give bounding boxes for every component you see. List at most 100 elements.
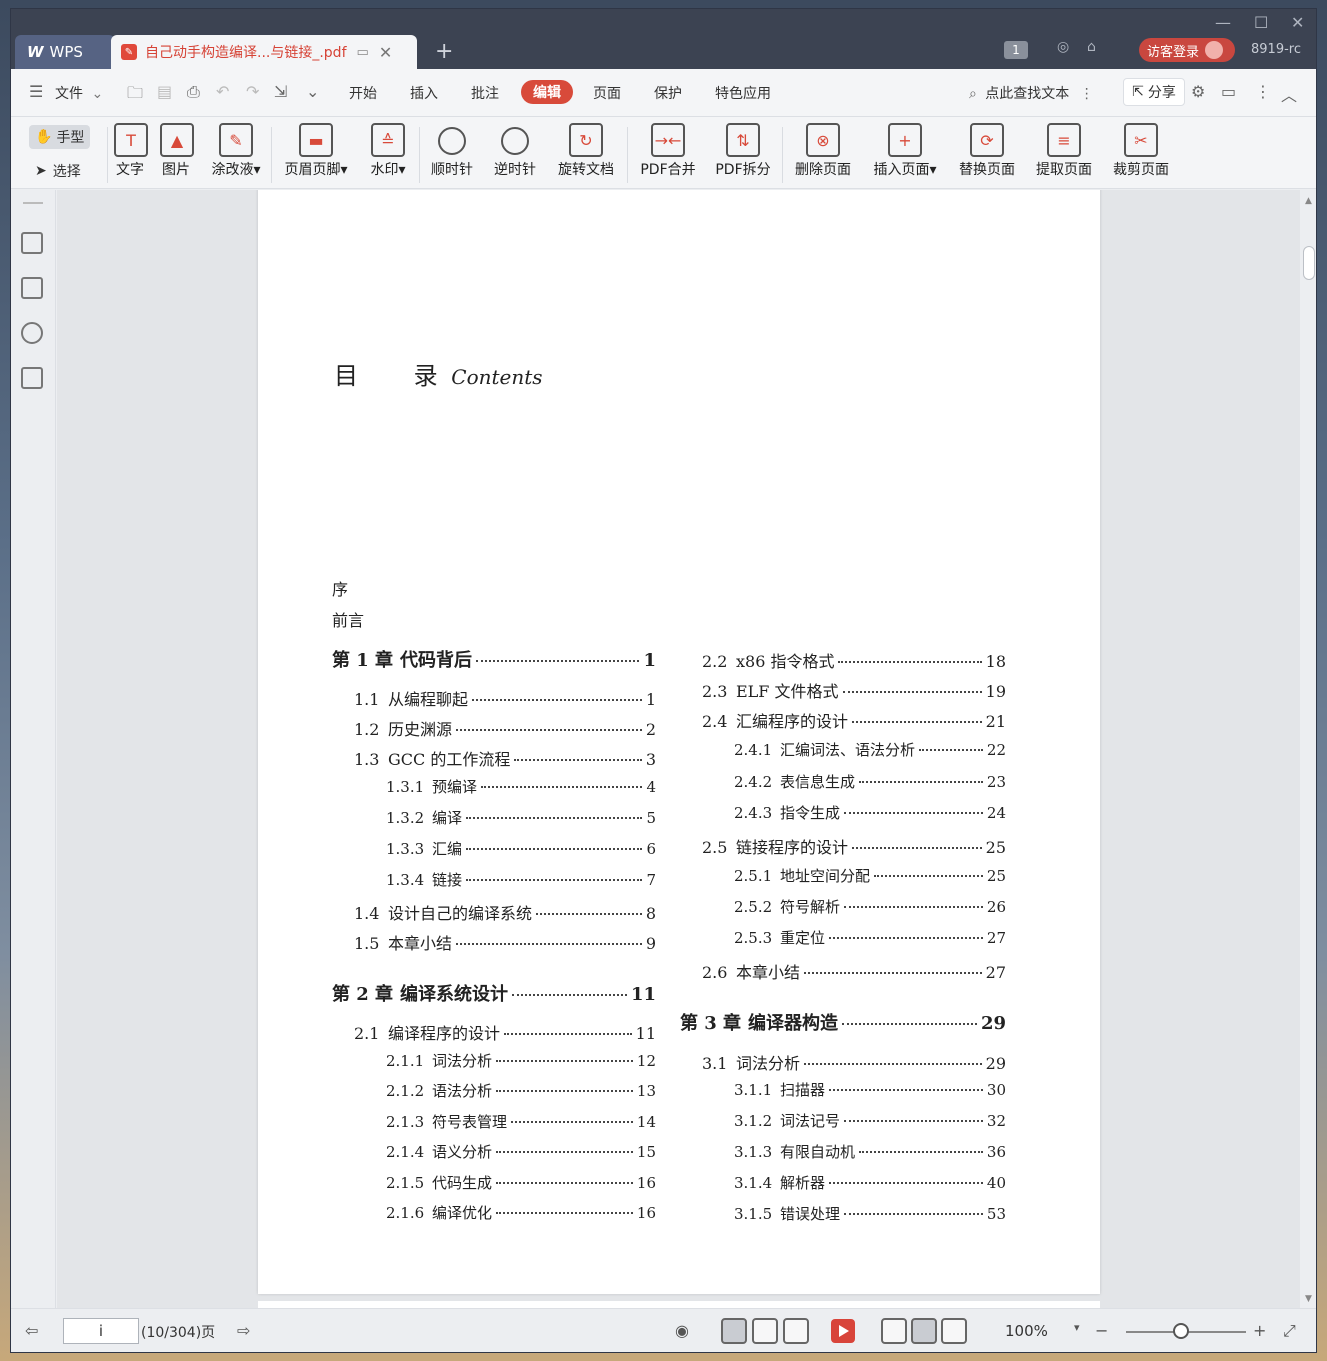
delete-page-tool[interactable]: ⊗ 删除页面: [792, 123, 854, 179]
open-folder-icon[interactable]: 🗀: [127, 82, 143, 109]
merge-icon: →←: [651, 123, 685, 157]
hamburger-icon[interactable]: ☰: [29, 82, 43, 101]
scroll-up-icon[interactable]: ▲: [1305, 196, 1312, 206]
zoom-slider-knob[interactable]: [1173, 1323, 1189, 1339]
collapse-ribbon-icon[interactable]: ︿: [1281, 82, 1297, 106]
fit-width-icon[interactable]: [941, 1318, 967, 1344]
tab-annotate[interactable]: 批注: [471, 83, 499, 103]
zoom-level[interactable]: 100%: [1005, 1322, 1048, 1340]
more-icon[interactable]: ⋮: [1255, 82, 1271, 101]
shirt-icon[interactable]: ⌂: [1087, 39, 1096, 55]
tab-start[interactable]: 开始: [349, 83, 377, 103]
save-icon[interactable]: ▤: [157, 82, 172, 101]
replace-page-tool[interactable]: ⟳ 替换页面: [956, 123, 1018, 179]
rotate-cw-icon: [438, 127, 466, 155]
export-icon[interactable]: ⇲: [274, 82, 287, 101]
zoom-out-icon[interactable]: −: [1095, 1321, 1108, 1340]
tab-protect[interactable]: 保护: [654, 83, 682, 103]
hand-tool-button[interactable]: ✋ 手型: [29, 125, 91, 149]
toc-entry-title: 预编译: [432, 778, 478, 796]
text-tool[interactable]: T 文字: [114, 123, 148, 179]
toc-leader-dots: [496, 1151, 633, 1153]
pdf-split-tool[interactable]: ⇅ PDF拆分: [713, 123, 773, 179]
new-tab-icon[interactable]: +: [435, 39, 453, 64]
toc-entry-title: 有限自动机: [780, 1143, 856, 1161]
eye-protection-icon[interactable]: ◉: [675, 1321, 689, 1340]
toc-entry-number: 2.5: [702, 838, 728, 857]
search-box[interactable]: ⌕ 点此查找文本 ⋮: [969, 83, 1094, 103]
document-viewport[interactable]: 目 录 Contents 序 前言 第 1 章代码背后 1 1.1 从编程聊起 1 1.2…: [57, 190, 1300, 1308]
screen-icon[interactable]: ▭: [357, 45, 369, 60]
rotate-cw-tool[interactable]: 顺时针: [429, 123, 475, 179]
tab-special[interactable]: 特色应用: [715, 83, 771, 103]
fit-page-icon[interactable]: [911, 1318, 937, 1344]
settings-icon[interactable]: ⚙: [1191, 82, 1205, 101]
page-number-input[interactable]: i: [63, 1318, 139, 1344]
insert-page-tool[interactable]: + 插入页面▾: [869, 123, 941, 179]
toc-leader-dots: [804, 1063, 982, 1065]
play-icon[interactable]: [831, 1319, 855, 1343]
sidebar-grip[interactable]: [23, 202, 43, 204]
undo-icon[interactable]: ↶: [216, 82, 229, 101]
tab-wps-home[interactable]: W WPS: [15, 35, 115, 69]
redo-icon[interactable]: ↷: [246, 82, 259, 101]
toc-leader-dots: [496, 1090, 633, 1092]
continuous-page-icon[interactable]: [752, 1318, 778, 1344]
rotate-ccw-tool[interactable]: 逆时针: [492, 123, 538, 179]
ribbon-divider: [419, 127, 420, 183]
select-tool-button[interactable]: ➤ 选择: [29, 159, 87, 183]
toc-entry-number: 2.3: [702, 682, 728, 701]
more-quick-icon[interactable]: ⌄: [306, 82, 319, 101]
toc-leader-dots: [804, 972, 982, 974]
close-window-icon[interactable]: ✕: [1291, 13, 1304, 32]
print-icon[interactable]: ⎙: [187, 82, 200, 102]
two-page-icon[interactable]: [783, 1318, 809, 1344]
toc-entry: 2.4 汇编程序的设计 21: [702, 708, 1006, 732]
pdf-merge-tool[interactable]: →← PDF合并: [638, 123, 698, 179]
outline-icon[interactable]: [21, 232, 43, 254]
toc-entry: 3.1.1 扫描器 30: [734, 1079, 1006, 1100]
crop-page-tool[interactable]: ✂ 裁剪页面: [1110, 123, 1172, 179]
extract-page-tool[interactable]: ≡ 提取页面: [1033, 123, 1095, 179]
toc-entry-page: 27: [986, 929, 1006, 947]
comment-icon[interactable]: ▭: [1221, 82, 1236, 101]
rotate-doc-tool[interactable]: ↻ 旋转文档: [555, 123, 617, 179]
delete-page-label: 删除页面: [795, 162, 851, 178]
toc-entry-number: 1.1: [354, 690, 380, 709]
tab-document[interactable]: ✎ 自己动手构造编译...与链接_.pdf ▭ ✕: [111, 35, 417, 69]
login-button[interactable]: 访客登录: [1139, 38, 1235, 62]
image-tool[interactable]: ▲ 图片: [160, 123, 194, 179]
thumbnail-icon[interactable]: [21, 277, 43, 299]
maximize-icon[interactable]: ☐: [1254, 13, 1268, 32]
single-page-icon[interactable]: [721, 1318, 747, 1344]
signature-icon[interactable]: [21, 367, 43, 389]
scroll-down-icon[interactable]: ▼: [1305, 1294, 1312, 1304]
file-menu[interactable]: 文件 ⌄: [55, 83, 103, 103]
window-count-badge[interactable]: 1: [1004, 41, 1028, 59]
more-vertical-icon[interactable]: ⋮: [1080, 86, 1094, 102]
tab-insert[interactable]: 插入: [410, 83, 438, 103]
annotation-icon[interactable]: [21, 322, 43, 344]
prev-page-icon[interactable]: ⇦: [25, 1321, 38, 1340]
toc-entry: 1.3.2 编译 5: [386, 807, 656, 828]
minimize-icon[interactable]: —: [1215, 13, 1231, 32]
whiteout-tool[interactable]: ✎ 涂改液▾: [208, 123, 264, 179]
toc-entry-title: 汇编: [432, 840, 463, 858]
share-button[interactable]: ⇱ 分享: [1123, 78, 1185, 106]
toc-entry-number: 3.1: [702, 1054, 728, 1073]
header-footer-tool[interactable]: ▬ 页眉页脚▾: [280, 123, 352, 179]
next-page-icon[interactable]: ⇨: [237, 1321, 250, 1340]
tab-page[interactable]: 页面: [593, 83, 621, 103]
toc-entry-title: ELF 文件格式: [736, 682, 839, 701]
tab-edit[interactable]: 编辑: [521, 80, 573, 104]
zoom-dropdown-icon[interactable]: ▾: [1074, 1321, 1080, 1334]
skin-icon[interactable]: ◎: [1057, 39, 1069, 55]
watermark-tool[interactable]: ≙ 水印▾: [366, 123, 410, 179]
insert-page-icon: +: [888, 123, 922, 157]
actual-size-icon[interactable]: [881, 1318, 907, 1344]
zoom-in-icon[interactable]: +: [1253, 1321, 1266, 1340]
scroll-thumb[interactable]: [1303, 246, 1315, 280]
vertical-scrollbar[interactable]: ▲ ▼: [1300, 190, 1316, 1308]
fullscreen-icon[interactable]: ⤢: [1283, 1321, 1296, 1341]
close-tab-icon[interactable]: ✕: [379, 43, 392, 62]
